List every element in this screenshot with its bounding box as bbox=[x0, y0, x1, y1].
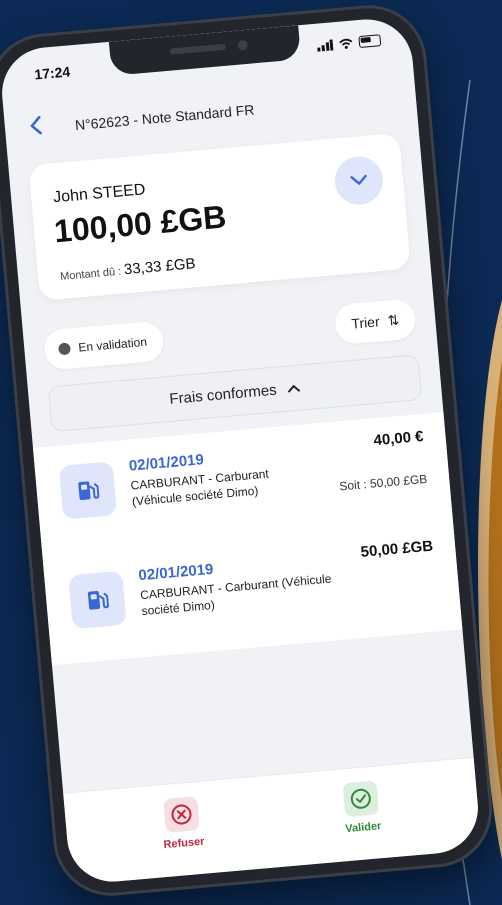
summary-card: John STEED 100,00 £GB Montant dû : 33,33… bbox=[28, 132, 411, 301]
expense-converted-amount: Soit : 50,00 £GB bbox=[338, 471, 428, 494]
status-dot bbox=[57, 342, 71, 356]
expense-list: 02/01/2019 CARBURANT - Carburant (Véhicu… bbox=[32, 412, 463, 666]
check-circle-icon bbox=[342, 780, 380, 818]
chevron-up-icon bbox=[287, 384, 300, 393]
wifi-icon bbox=[339, 38, 353, 49]
refuse-button[interactable]: Refuser bbox=[130, 793, 234, 854]
speaker bbox=[169, 43, 227, 55]
close-circle-icon bbox=[163, 796, 200, 833]
sort-icon: ⇅ bbox=[386, 311, 400, 329]
total-amount: 100,00 £GB bbox=[52, 198, 228, 250]
status-filter[interactable]: En validation bbox=[42, 320, 165, 371]
back-button[interactable] bbox=[28, 114, 44, 142]
validate-button[interactable]: Valider bbox=[310, 778, 414, 839]
status-label: En validation bbox=[77, 334, 148, 355]
employee-name: John STEED bbox=[52, 181, 147, 207]
battery-icon bbox=[358, 34, 382, 49]
signal-icon bbox=[317, 38, 334, 52]
chevron-down-icon bbox=[350, 174, 367, 185]
status-time: 17:24 bbox=[33, 63, 71, 83]
section-title: Frais conformes bbox=[168, 381, 278, 408]
fuel-pump-icon bbox=[68, 570, 127, 630]
amount-due-value: 33,33 £GB bbox=[123, 255, 197, 279]
expense-amount: 50,00 £GB bbox=[360, 537, 434, 561]
amount-due-label: Montant dû : bbox=[59, 265, 122, 283]
phone-screen: 17:24 N°62623 - Note Standard FR John ST… bbox=[0, 15, 482, 886]
chevron-left-icon bbox=[30, 115, 42, 135]
phone-mockup: 17:24 N°62623 - Note Standard FR John ST… bbox=[0, 0, 497, 901]
status-icons bbox=[316, 34, 382, 52]
refuse-label: Refuser bbox=[163, 835, 205, 852]
expand-button[interactable] bbox=[332, 154, 385, 207]
expense-amount: 40,00 € bbox=[372, 427, 425, 450]
fuel-pump-icon bbox=[58, 461, 118, 520]
camera bbox=[237, 39, 249, 51]
page-title: N°62623 - Note Standard FR bbox=[74, 101, 255, 134]
amount-due: Montant dû : 33,33 £GB bbox=[59, 255, 197, 284]
sort-label: Trier bbox=[350, 313, 381, 332]
sort-button[interactable]: Trier ⇅ bbox=[333, 298, 417, 346]
validate-label: Valider bbox=[344, 820, 382, 836]
